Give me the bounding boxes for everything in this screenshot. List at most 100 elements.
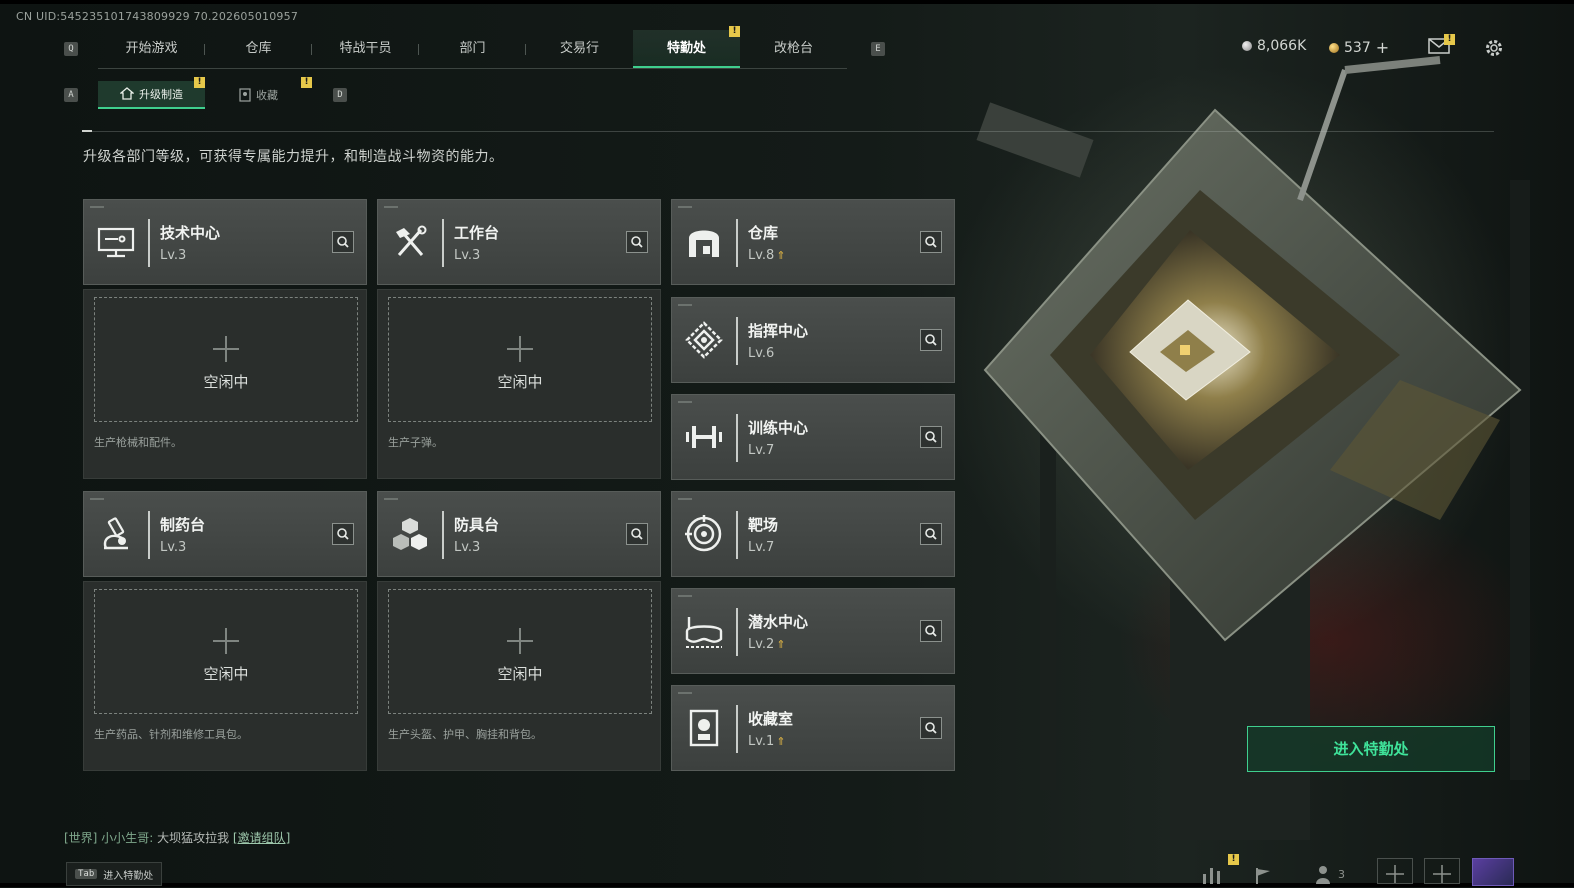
idle-production-slot[interactable]: 空闲中 — [94, 589, 358, 714]
settings-button[interactable] — [1483, 37, 1505, 59]
warehouse-icon — [689, 230, 719, 257]
subtab-label: 升级制造 — [139, 88, 183, 101]
collection-icon — [239, 88, 251, 102]
plus-icon — [213, 336, 239, 362]
facility-card-warehouse[interactable]: 仓库 Lv.8 ⇑ — [671, 199, 955, 285]
tab-gunsmith[interactable]: 改枪台 — [740, 30, 847, 68]
inspect-button[interactable] — [920, 231, 942, 253]
facility-level: Lv.3 — [454, 248, 481, 263]
flag-button[interactable] — [1254, 866, 1274, 884]
inspect-button[interactable] — [920, 426, 942, 448]
gold-currency: 537 + — [1329, 38, 1389, 57]
nav-key-left: Q — [64, 42, 78, 56]
production-slot-panel: 空闲中 生产子弹。 — [377, 289, 661, 479]
idle-production-slot[interactable]: 空闲中 — [388, 589, 652, 714]
facility-level: Lv.3 — [160, 248, 187, 263]
inspect-button[interactable] — [332, 523, 354, 545]
inspect-button[interactable] — [920, 329, 942, 351]
idle-status: 空闲中 — [203, 373, 249, 391]
tab-start-game[interactable]: 开始游戏 — [98, 30, 205, 68]
card-corner-mark — [678, 304, 692, 306]
bar-chart-icon — [1203, 868, 1220, 884]
inspect-button[interactable] — [626, 523, 648, 545]
mail-button[interactable]: ! — [1428, 34, 1455, 58]
tab-special-ops[interactable]: 特勤处 ! — [633, 26, 740, 68]
silver-coin-icon — [1242, 41, 1252, 51]
facility-card-training-center[interactable]: 训练中心 Lv.7 — [671, 394, 955, 480]
friends-button[interactable]: 3 — [1314, 864, 1354, 884]
add-currency-button[interactable]: + — [1376, 38, 1389, 57]
tab-label: 部门 — [459, 41, 486, 56]
facility-level-row: Lv.2 ⇑ — [748, 637, 786, 652]
search-icon — [631, 236, 643, 248]
facility-level: Lv.7 — [748, 540, 775, 555]
notification-badge: ! — [301, 77, 312, 88]
command-icon — [685, 321, 723, 359]
avatar[interactable] — [1472, 858, 1514, 886]
plus-icon — [507, 336, 533, 362]
tab-department[interactable]: 部门 — [419, 30, 526, 68]
card-divider — [442, 511, 444, 559]
facility-name: 工作台 — [454, 224, 500, 242]
inspect-button[interactable] — [920, 523, 942, 545]
facility-level: Lv.6 — [748, 346, 775, 361]
inspect-button[interactable] — [332, 231, 354, 253]
search-icon — [925, 528, 937, 540]
facility-card-tech-center[interactable]: 技术中心 Lv.3 — [83, 199, 367, 285]
subnav-key-left: A — [64, 88, 78, 102]
facility-level: Lv.8 — [748, 248, 775, 263]
tab-shortcut-hint[interactable]: Tab 进入特勤处 — [66, 862, 163, 886]
tab-operators[interactable]: 特战干员 — [312, 30, 419, 68]
facility-level: Lv.3 — [454, 540, 481, 555]
idle-status: 空闲中 — [497, 373, 543, 391]
add-party-slot-button[interactable] — [1424, 858, 1460, 884]
inspect-button[interactable] — [920, 717, 942, 739]
frame-top-bar — [0, 0, 1574, 4]
idle-production-slot[interactable]: 空闲中 — [94, 297, 358, 422]
facility-card-command-center[interactable]: 指挥中心 Lv.6 — [671, 297, 955, 383]
facility-card-pharmacy[interactable]: 制药台 Lv.3 — [83, 491, 367, 577]
invite-team-link[interactable]: [邀请组队] — [233, 831, 290, 845]
facility-level: Lv.7 — [748, 443, 775, 458]
facility-name: 仓库 — [748, 224, 779, 242]
idle-production-slot[interactable]: 空闲中 — [388, 297, 652, 422]
production-slot-panel: 空闲中 生产枪械和配件。 — [83, 289, 367, 479]
silver-amount: 8,066K — [1257, 38, 1307, 54]
inspect-button[interactable] — [920, 620, 942, 642]
enter-special-ops-button[interactable]: 进入特勤处 — [1247, 726, 1495, 772]
card-corner-mark — [678, 401, 692, 403]
production-description: 生产药品、针剂和维修工具包。 — [94, 728, 248, 741]
add-party-slot-button[interactable] — [1377, 858, 1413, 884]
search-icon — [925, 431, 937, 443]
tab-trading[interactable]: 交易行 — [526, 30, 633, 68]
plus-icon — [1386, 865, 1404, 883]
upgrade-available-icon: ⇑ — [776, 249, 786, 262]
stats-button[interactable]: ! — [1200, 854, 1239, 884]
chat-sender[interactable]: 小小生哥: — [101, 831, 153, 845]
tab-warehouse[interactable]: 仓库 — [205, 30, 312, 68]
card-corner-mark — [384, 498, 398, 500]
facility-level-row: Lv.1 ⇑ — [748, 734, 786, 749]
tab-label: 特勤处 — [666, 41, 706, 56]
facility-name: 指挥中心 — [748, 322, 809, 340]
facility-card-diving-center[interactable]: 潜水中心 Lv.2 ⇑ — [671, 588, 955, 674]
gold-amount: 537 — [1344, 39, 1371, 56]
subtab-upgrade-craft[interactable]: 升级制造 ! — [98, 77, 205, 109]
facility-card-collection-room[interactable]: 收藏室 Lv.1 ⇑ — [671, 685, 955, 771]
tab-label: 改枪台 — [773, 41, 813, 56]
facility-card-shooting-range[interactable]: 靶场 Lv.7 — [671, 491, 955, 577]
notification-badge: ! — [729, 26, 740, 37]
subtab-collection[interactable]: 收藏 ! — [205, 77, 312, 109]
tab-label: 仓库 — [245, 41, 272, 56]
facility-card-workbench[interactable]: 工作台 Lv.3 — [377, 199, 661, 285]
facility-card-armor-bench[interactable]: 防具台 Lv.3 — [377, 491, 661, 577]
facility-name: 靶场 — [748, 516, 779, 534]
facility-name: 潜水中心 — [748, 613, 809, 631]
card-corner-mark — [90, 498, 104, 500]
card-divider — [736, 511, 738, 559]
upgrade-available-icon: ⇑ — [776, 735, 786, 748]
card-divider — [442, 219, 444, 267]
silver-currency: 8,066K — [1242, 38, 1306, 54]
uid-label: CN UID:545235101743809929 70.20260501095… — [16, 10, 299, 23]
inspect-button[interactable] — [626, 231, 648, 253]
